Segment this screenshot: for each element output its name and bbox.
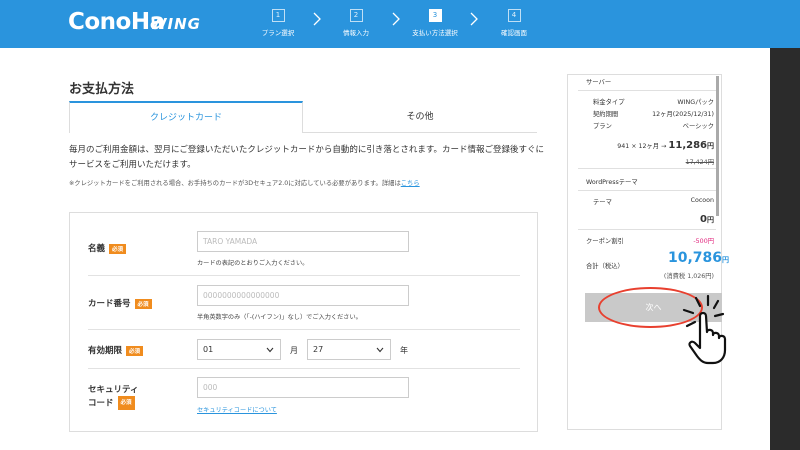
wing-logo: WING xyxy=(150,15,201,33)
year-unit: 年 xyxy=(400,346,408,355)
theme-price: 0円 xyxy=(700,214,714,225)
step-2: 2 情報入力 xyxy=(321,9,391,37)
contract-period-value: 12ヶ月(2025/12/31) xyxy=(652,111,714,118)
step-1: 1 プラン選択 xyxy=(243,9,313,37)
chevron-right-icon xyxy=(470,12,478,26)
expiry-label-text: 有効期限 xyxy=(88,346,123,356)
expiry-month-value: 01 xyxy=(203,345,214,354)
step-3-number: 3 xyxy=(428,9,442,22)
server-calc: 941 × 12ヶ月 → xyxy=(617,143,667,150)
server-price-unit: 円 xyxy=(707,142,714,150)
page-gutter xyxy=(770,48,800,450)
chevron-down-icon xyxy=(376,347,384,353)
page-title: お支払方法 xyxy=(69,82,135,97)
details-link[interactable]: こちら xyxy=(401,180,420,187)
theme-price-unit: 円 xyxy=(707,216,714,224)
security-label-line2-wrap: コード 必須 xyxy=(88,396,139,410)
3ds-note: ※クレジットカードをご利用される場合、お手持ちのカードが3Dセキュア2.0に対応… xyxy=(69,178,420,187)
chevron-down-icon xyxy=(266,347,274,353)
card-number-label: カード番号 必須 xyxy=(88,297,152,309)
plan-value: ベーシック xyxy=(682,123,714,130)
tab-other[interactable]: その他 xyxy=(303,101,537,133)
required-badge: 必須 xyxy=(117,396,135,410)
payment-tabs: クレジットカード その他 xyxy=(69,101,537,133)
expiry-year-value: 27 xyxy=(313,345,324,354)
total-label: 合計（税込） xyxy=(586,263,624,270)
security-code-input[interactable]: 000 xyxy=(197,377,409,398)
step-4-number: 4 xyxy=(507,9,521,22)
plan-label: プラン xyxy=(593,123,612,130)
theme-label: テーマ xyxy=(593,199,612,206)
theme-price-value: 0 xyxy=(700,214,707,225)
tab-credit-card[interactable]: クレジットカード xyxy=(69,101,303,133)
plan-type-label: 料金タイプ xyxy=(593,99,625,106)
name-hint: カードの表記のとおりご入力ください。 xyxy=(197,260,309,267)
coupon-value: -500円 xyxy=(693,238,714,245)
tax-note: (消費税 1,026円) xyxy=(663,273,714,280)
3ds-note-text: ※クレジットカードをご利用される場合、お手持ちのカードが3Dセキュア2.0に対応… xyxy=(69,180,401,187)
divider xyxy=(578,229,716,230)
security-label-line1: セキュリティ xyxy=(88,385,139,395)
name-label-text: 名義 xyxy=(88,244,106,254)
card-number-hint: 半角英数字のみ（「-(ハイフン)」なし）でご入力ください。 xyxy=(197,314,362,321)
server-price: 11,286 xyxy=(668,140,707,151)
total-value: 10,786 xyxy=(668,250,723,266)
server-heading: サーバー xyxy=(586,79,612,86)
divider xyxy=(88,275,520,276)
divider xyxy=(88,368,520,369)
step-3-label: 支払い方法選択 xyxy=(412,29,458,37)
divider xyxy=(578,190,716,191)
plan-type-value: WINGパック xyxy=(677,99,714,106)
step-4-label: 確認画面 xyxy=(501,29,527,37)
step-2-label: 情報入力 xyxy=(343,29,369,37)
server-price-row: 941 × 12ヶ月 → 11,286円 xyxy=(617,140,714,151)
summary-scrollbar[interactable] xyxy=(716,76,719,216)
month-unit: 月 xyxy=(290,346,298,355)
name-input[interactable]: TARO YAMADA xyxy=(197,231,409,252)
required-badge: 必須 xyxy=(126,345,144,356)
card-number-input[interactable]: 0000000000000000 xyxy=(197,285,409,306)
total-price: 10,786円 xyxy=(668,250,729,266)
security-code-help-link[interactable]: セキュリティコードについて xyxy=(197,405,277,414)
expiry-year-select[interactable]: 27 xyxy=(307,339,391,360)
theme-value: Cocoon xyxy=(690,197,714,204)
contract-period-label: 契約期間 xyxy=(593,111,619,118)
payment-description: 毎月のご利用金額は、翌月にご登録いただいたクレジットカードから自動的に引き落とさ… xyxy=(69,145,544,170)
step-2-number: 2 xyxy=(349,9,363,22)
coupon-label: クーポン割引 xyxy=(586,238,624,245)
name-label: 名義 必須 xyxy=(88,242,127,254)
step-1-label: プラン選択 xyxy=(261,29,295,37)
divider xyxy=(88,329,520,330)
security-code-label: セキュリティ コード 必須 xyxy=(88,384,139,410)
required-badge: 必須 xyxy=(134,298,152,309)
divider xyxy=(578,90,716,91)
expiry-month-select[interactable]: 01 xyxy=(197,339,281,360)
required-badge: 必須 xyxy=(109,243,127,254)
pointing-hand-icon xyxy=(682,294,727,365)
divider xyxy=(578,168,716,169)
server-original-price: 17,424円 xyxy=(685,159,714,166)
step-1-number: 1 xyxy=(271,9,285,22)
top-header: ConoHa WING 1 プラン選択 2 情報入力 3 支払い方法選択 4 確… xyxy=(0,0,800,48)
step-3: 3 支払い方法選択 xyxy=(400,9,470,37)
expiry-label: 有効期限 必須 xyxy=(88,344,144,356)
wp-theme-heading: WordPressテーマ xyxy=(586,179,638,186)
total-unit: 円 xyxy=(722,256,730,264)
card-number-label-text: カード番号 xyxy=(88,299,131,309)
security-label-line2: コード xyxy=(88,398,114,409)
step-4: 4 確認画面 xyxy=(479,9,549,37)
